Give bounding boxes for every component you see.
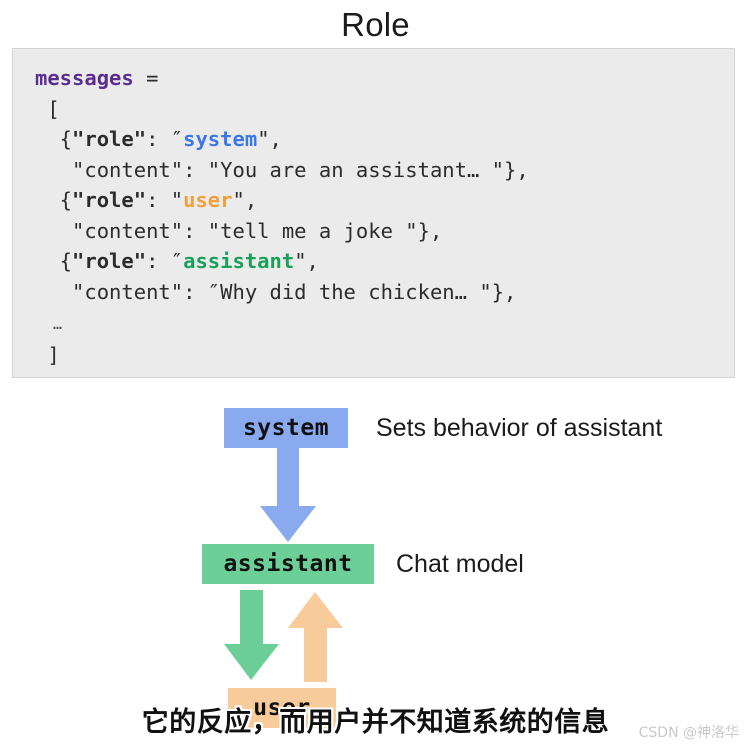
code-token-plain: : ″ xyxy=(146,249,184,273)
code-token-plain: : " xyxy=(146,188,184,212)
down-arrow-green-icon xyxy=(224,590,279,680)
code-token-key: "role" xyxy=(72,127,147,151)
down-arrow-blue-icon xyxy=(260,448,316,542)
code-line: ] xyxy=(35,340,529,371)
code-token-plain: = xyxy=(146,66,159,90)
label-system-description: Sets behavior of assistant xyxy=(376,414,663,442)
code-listing: messages = [ {"role": ″system", "content… xyxy=(35,63,529,370)
code-block-panel: messages = [ {"role": ″system", "content… xyxy=(12,48,735,378)
code-line: [ xyxy=(35,94,529,125)
code-token-var: messages xyxy=(35,66,147,90)
label-assistant-description: Chat model xyxy=(396,550,524,578)
code-line: {"role": ″system", xyxy=(35,124,529,155)
code-line: {"role": ″assistant", xyxy=(35,246,529,277)
role-box-system: system xyxy=(224,408,348,448)
code-token-plain: { xyxy=(35,127,73,151)
code-token-plain: "content": "tell me a joke "}, xyxy=(35,218,443,243)
code-token-system: system xyxy=(183,127,258,151)
code-token-plain: "content": ″Why did the chicken… "}, xyxy=(35,279,517,304)
role-flow-diagram: system Sets behavior of assistant assist… xyxy=(0,378,751,750)
code-token-plain: ] xyxy=(35,342,60,367)
code-line: "content": ″Why did the chicken… "}, xyxy=(35,277,529,308)
code-token-key: "role" xyxy=(72,188,147,212)
code-token-plain: "content": "You are an assistant… "}, xyxy=(35,157,529,182)
page-title: Role xyxy=(341,6,410,43)
code-line: … xyxy=(35,307,529,340)
code-token-plain: : ″ xyxy=(146,127,184,151)
code-token-assist: assistant xyxy=(183,249,295,273)
code-token-plain: ", xyxy=(294,249,319,273)
code-token-plain: ", xyxy=(257,127,282,151)
code-token-plain: { xyxy=(35,249,73,273)
code-token-plain: [ xyxy=(35,96,60,121)
csdn-watermark: CSDN @神洛华 xyxy=(638,725,739,741)
code-token-plain: ", xyxy=(232,188,258,212)
code-line: {"role": "user", xyxy=(35,185,529,216)
code-line: "content": "You are an assistant… "}, xyxy=(35,155,529,186)
code-token-plain: { xyxy=(35,188,73,212)
code-line: "content": "tell me a joke "}, xyxy=(35,216,529,247)
code-line: messages = xyxy=(35,63,529,94)
code-token-dots: … xyxy=(35,315,63,333)
up-arrow-orange-icon xyxy=(288,592,343,682)
code-token-user: user xyxy=(183,188,233,212)
code-token-key: "role" xyxy=(72,249,147,273)
role-box-assistant: assistant xyxy=(202,544,374,584)
